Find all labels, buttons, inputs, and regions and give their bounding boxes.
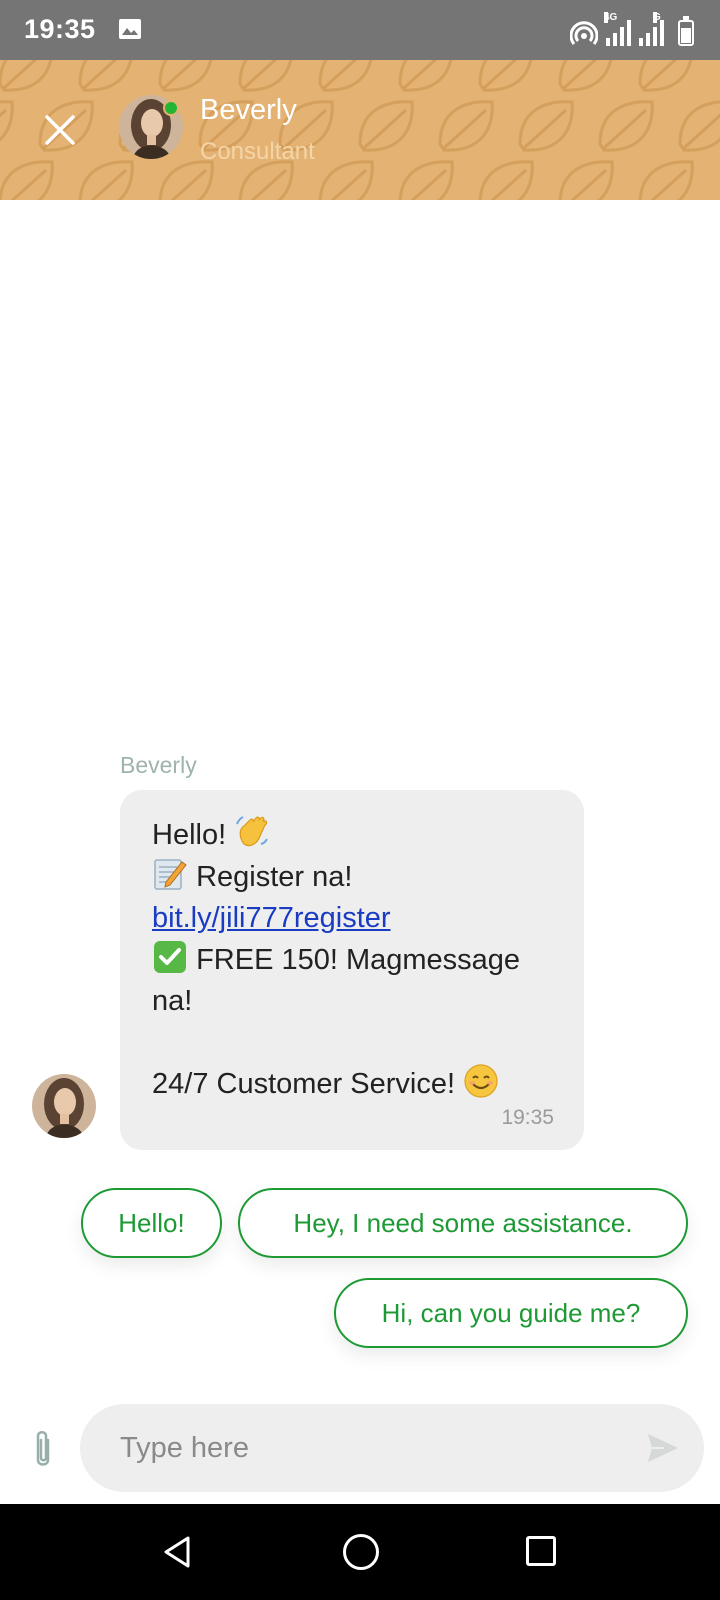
network-type-label: 4G (604, 12, 618, 23)
chat-header: Beverly Consultant (0, 60, 720, 200)
status-bar: 19:35 4G G (0, 0, 720, 60)
online-status-indicator (163, 100, 179, 116)
close-icon[interactable] (38, 108, 82, 152)
message-sender-label: Beverly (120, 752, 197, 778)
memo-icon (154, 859, 187, 890)
system-nav-bar (0, 1504, 720, 1600)
check-mark-button-icon (154, 941, 186, 973)
quick-reply-button[interactable]: Hey, I need some assistance. (238, 1188, 688, 1258)
signal-4g-icon: 4G (604, 12, 631, 46)
leaf-pattern-background (0, 60, 720, 200)
quick-reply-button[interactable]: Hi, can you guide me? (334, 1278, 688, 1348)
recents-icon[interactable] (526, 1536, 556, 1566)
greeting-text: Hello! (152, 819, 227, 851)
message-line-service: 24/7 Customer Service! (152, 1063, 554, 1105)
network-type-label: G (653, 12, 661, 23)
waving-hand-icon (236, 816, 269, 847)
status-icons: 4G G (570, 12, 694, 46)
message-timestamp: 19:35 (501, 1106, 554, 1129)
paperclip-icon[interactable] (28, 1428, 58, 1472)
gallery-icon (119, 19, 141, 39)
message-line-greeting: Hello! (152, 814, 554, 856)
message-line-free: FREE 150! Magmessage (152, 939, 554, 981)
signal-g-icon: G (639, 12, 664, 46)
register-text: Register na! (196, 861, 353, 893)
agent-name: Beverly (200, 94, 297, 126)
battery-icon (678, 16, 694, 46)
back-icon[interactable] (160, 1534, 196, 1570)
free-offer-text: FREE 150! Magmessage (196, 944, 521, 976)
hotspot-icon (570, 21, 598, 45)
message-bubble: Hello! Register na! bit.ly/jili777regist… (120, 790, 584, 1150)
service-text: 24/7 Customer Service! (152, 1068, 456, 1100)
message-line-free-cont: na! (152, 985, 193, 1017)
status-time: 19:35 (24, 14, 96, 44)
message-line-register: Register na! (152, 856, 554, 898)
smiling-face-icon (464, 1064, 498, 1098)
message-composer (80, 1404, 704, 1492)
sender-avatar (32, 1074, 96, 1138)
send-icon[interactable] (646, 1432, 680, 1464)
message-line-link: bit.ly/jili777register (152, 898, 554, 939)
home-icon[interactable] (343, 1534, 379, 1570)
agent-role: Consultant (200, 138, 315, 165)
quick-reply-button[interactable]: Hello! (81, 1188, 222, 1258)
message-input[interactable] (120, 1424, 600, 1472)
register-link[interactable]: bit.ly/jili777register (152, 902, 391, 934)
